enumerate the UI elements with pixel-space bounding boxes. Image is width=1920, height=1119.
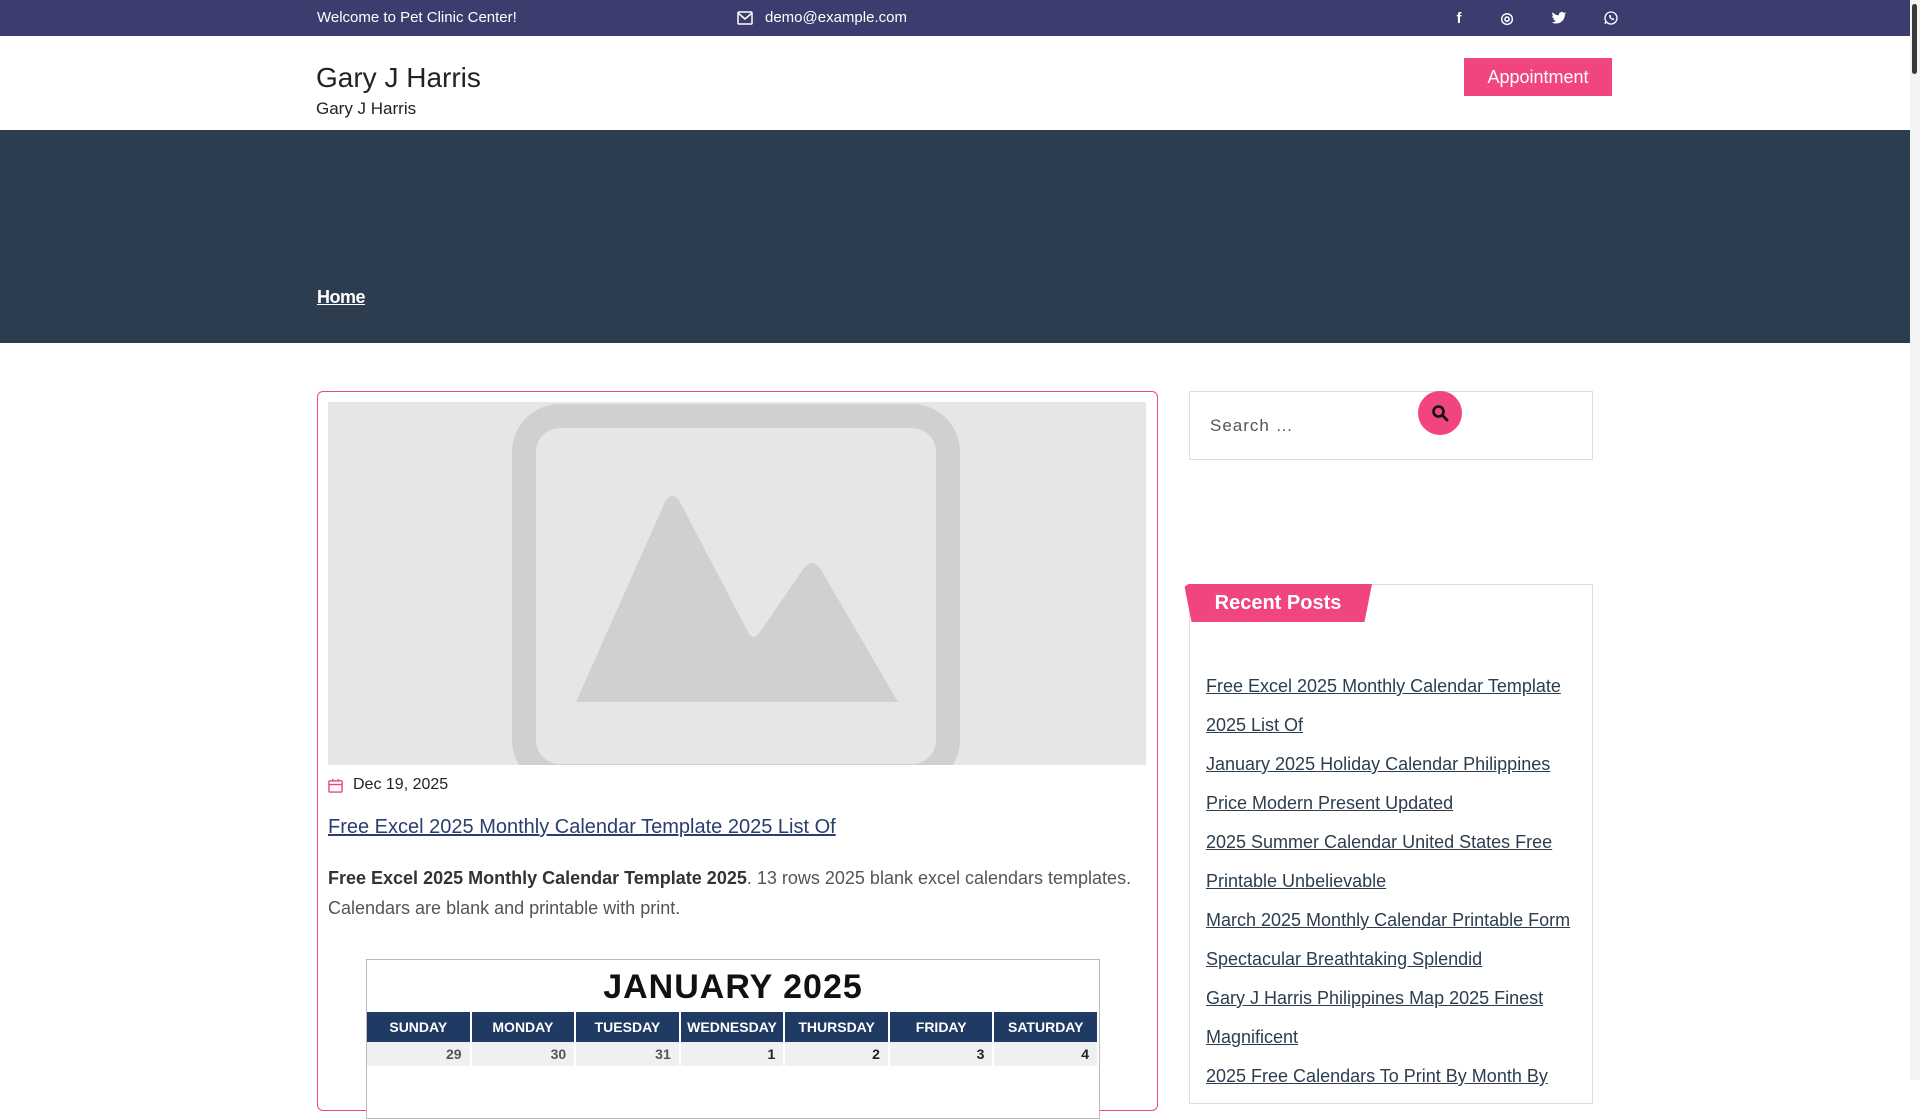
weekday-label: THURSDAY [785, 1012, 890, 1042]
post-date: Dec 19, 2025 [353, 776, 449, 793]
recent-post-link[interactable]: Free Excel 2025 Monthly Calendar Templat… [1206, 676, 1561, 735]
list-item: March 2025 Monthly Calendar Printable Fo… [1206, 901, 1586, 979]
twitter-bird-icon [1551, 11, 1567, 24]
calendar-day-cell: 31 [576, 1042, 681, 1066]
list-item: Gary J Harris Philippines Map 2025 Fines… [1206, 979, 1586, 1057]
post-excerpt: Free Excel 2025 Monthly Calendar Templat… [328, 863, 1138, 923]
post-card: Dec 19, 2025 Free Excel 2025 Monthly Cal… [317, 391, 1158, 1119]
calendar-day-cell: 2 [785, 1042, 890, 1066]
recent-post-link[interactable]: 2025 Summer Calendar United States Free … [1206, 832, 1552, 891]
breadcrumb-home[interactable]: Home [317, 287, 366, 308]
facebook-icon[interactable]: f [1449, 8, 1469, 28]
site-title[interactable]: Gary J Harris [316, 62, 481, 94]
calendar-weekday-header: SUNDAY MONDAY TUESDAY WEDNESDAY THURSDAY… [367, 1012, 1099, 1042]
list-item: Free Excel 2025 Monthly Calendar Templat… [1206, 667, 1586, 745]
site-tagline: Gary J Harris [316, 99, 417, 118]
calendar-day-cell: 30 [471, 1042, 577, 1066]
calendar-week-row: 29 30 31 1 2 3 4 [367, 1042, 1099, 1066]
calendar-day-cell: 3 [889, 1042, 995, 1066]
calendar-title: JANUARY 2025 [603, 968, 863, 1006]
calendar-icon [328, 778, 343, 793]
contact-email[interactable]: demo@example.com [737, 9, 907, 26]
recent-posts-title: Recent Posts [1184, 584, 1372, 622]
site-header: Gary J Harris Gary J Harris Appointment [0, 36, 1910, 130]
twitter-icon[interactable] [1549, 8, 1569, 28]
email-text: demo@example.com [765, 9, 907, 26]
weekday-label: SUNDAY [367, 1012, 472, 1042]
weekday-label: TUESDAY [576, 1012, 681, 1042]
search-icon [1432, 405, 1449, 422]
search-button[interactable] [1418, 391, 1462, 435]
post-meta: Dec 19, 2025 [328, 776, 448, 794]
search-widget [1189, 391, 1593, 460]
hero-banner: Home [0, 130, 1910, 343]
instagram-icon[interactable]: ◎ [1497, 8, 1517, 28]
envelope-icon [737, 10, 753, 25]
weekday-label: FRIDAY [889, 1012, 995, 1042]
calendar-day-cell: 29 [367, 1042, 472, 1066]
excerpt-bold: Free Excel 2025 Monthly Calendar Templat… [328, 868, 747, 888]
list-item: 2025 Summer Calendar United States Free … [1206, 823, 1586, 901]
recent-post-link[interactable]: Gary J Harris Philippines Map 2025 Fines… [1206, 988, 1543, 1047]
calendar-day-cell: 4 [994, 1042, 1099, 1066]
list-item: January 2025 Holiday Calendar Philippine… [1206, 745, 1586, 823]
list-item: 2025 Free Calendars To Print By Month By [1206, 1057, 1586, 1096]
calendar-day-cell: 1 [680, 1042, 786, 1066]
recent-post-link[interactable]: 2025 Free Calendars To Print By Month By [1206, 1066, 1548, 1086]
recent-post-link[interactable]: January 2025 Holiday Calendar Philippine… [1206, 754, 1550, 813]
recent-posts-list: Free Excel 2025 Monthly Calendar Templat… [1206, 667, 1586, 1096]
scrollbar-thumb[interactable] [1912, 4, 1917, 74]
top-bar: Welcome to Pet Clinic Center! demo@examp… [0, 0, 1910, 36]
post-thumbnail[interactable] [328, 402, 1146, 765]
weekday-label: WEDNESDAY [680, 1012, 786, 1042]
search-input[interactable] [1210, 406, 1410, 446]
weekday-label: SATURDAY [994, 1012, 1099, 1042]
recent-posts-widget: Recent Posts Free Excel 2025 Monthly Cal… [1184, 584, 1593, 1104]
image-placeholder-icon [328, 402, 1146, 765]
whatsapp-icon[interactable] [1601, 8, 1621, 28]
whatsapp-glyph-icon [1604, 11, 1618, 25]
calendar-image: JANUARY 2025 SUNDAY MONDAY TUESDAY WEDNE… [366, 959, 1100, 1119]
page-scrollbar[interactable] [1910, 0, 1920, 1080]
welcome-text: Welcome to Pet Clinic Center! [317, 9, 517, 26]
weekday-label: MONDAY [471, 1012, 577, 1042]
appointment-button[interactable]: Appointment [1464, 58, 1612, 96]
recent-post-link[interactable]: March 2025 Monthly Calendar Printable Fo… [1206, 910, 1570, 969]
post-title-link[interactable]: Free Excel 2025 Monthly Calendar Templat… [328, 816, 836, 839]
